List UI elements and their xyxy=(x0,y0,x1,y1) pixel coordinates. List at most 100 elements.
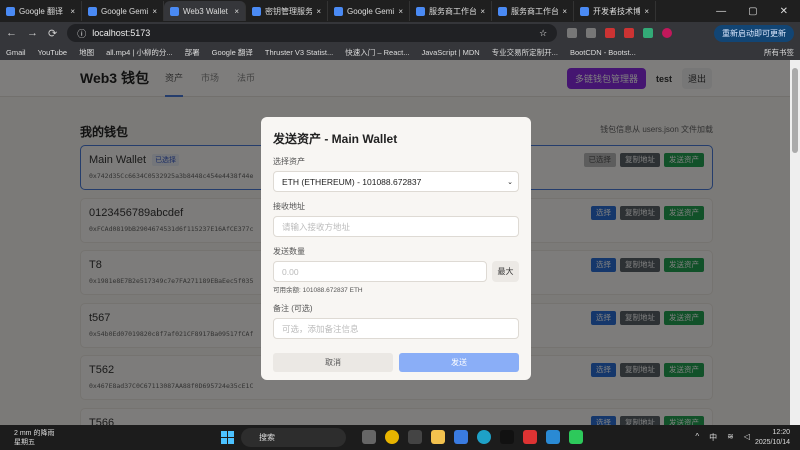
close-tab-icon[interactable]: × xyxy=(480,7,485,16)
bookmark-item[interactable]: 快速入门 – React... xyxy=(345,47,409,58)
clock[interactable]: 12:20 2025/10/14 xyxy=(755,428,790,448)
bookmark-item[interactable]: Thruster V3 Statist... xyxy=(265,48,333,57)
url-input[interactable]: ⓘ localhost:5173 ☆ xyxy=(67,24,558,42)
close-tab-icon[interactable]: × xyxy=(316,7,321,16)
edge-icon[interactable] xyxy=(477,430,491,444)
bookmark-item[interactable]: Gmail xyxy=(6,48,26,57)
window-controls: — ▢ ✕ xyxy=(716,6,800,17)
dialog-title: 发送资产 - Main Wallet xyxy=(273,132,398,146)
volume-icon[interactable]: ◁ xyxy=(744,432,750,443)
extensions xyxy=(567,28,673,38)
ime-indicator[interactable]: 中 xyxy=(709,432,717,443)
weather-text: 2 mm 的降雨 xyxy=(14,430,55,437)
favicon-icon xyxy=(6,6,15,16)
weekday-text: 星期五 xyxy=(14,439,35,446)
close-tab-icon[interactable]: × xyxy=(562,7,567,16)
bookmark-star-icon[interactable]: ☆ xyxy=(539,28,547,39)
memo-label: 备注 (可选) xyxy=(273,304,313,313)
maximize-button[interactable]: ▢ xyxy=(748,6,757,17)
amount-label: 发送数量 xyxy=(273,247,305,256)
bookmark-item[interactable]: BootCDN - Bootst... xyxy=(570,48,636,57)
browser-tab[interactable]: Google 翻译 × xyxy=(0,1,82,21)
browser-tab[interactable]: 开发者技术博客× xyxy=(574,1,656,21)
bookmark-item[interactable]: all.mp4 | 小柳的分... xyxy=(106,47,173,58)
bookmark-item[interactable]: 专业交易所定制开... xyxy=(492,47,558,58)
bookmark-item[interactable]: 地图 xyxy=(79,47,94,58)
url-text: localhost:5173 xyxy=(92,28,151,38)
app-icon[interactable] xyxy=(408,430,422,444)
tab-title: Google Gemini xyxy=(101,6,148,16)
memo-input[interactable]: 可选，添加备注信息 xyxy=(273,318,519,339)
bookmarks-bar: Gmail YouTube 地图 all.mp4 | 小柳的分... 部署 Google … xyxy=(0,44,800,60)
app-icon[interactable] xyxy=(362,430,376,444)
extension-icon[interactable] xyxy=(624,28,635,38)
extension-icon[interactable] xyxy=(586,28,597,38)
asset-select-value: ETH (ETHEREUM) - 101088.672837 xyxy=(282,176,422,187)
browser-tab[interactable]: Google Gemini × xyxy=(82,1,164,21)
minimize-button[interactable]: — xyxy=(716,6,726,17)
bookmark-item[interactable]: YouTube xyxy=(38,48,67,57)
chevron-up-icon[interactable]: ^ xyxy=(695,432,699,443)
wifi-icon[interactable]: ≋ xyxy=(727,432,734,443)
asset-select[interactable]: ETH (ETHEREUM) - 101088.672837 ⌄ xyxy=(273,171,519,192)
close-tab-icon[interactable]: × xyxy=(644,7,649,16)
close-tab-icon[interactable]: × xyxy=(152,7,157,16)
site-info-icon[interactable]: ⓘ xyxy=(77,27,86,40)
close-window-button[interactable]: ✕ xyxy=(780,6,788,17)
bookmark-item[interactable]: 部署 xyxy=(185,47,200,58)
close-tab-icon[interactable]: × xyxy=(234,7,239,16)
tab-title: Google Gemini xyxy=(347,6,394,16)
reload-icon[interactable]: ⟳ xyxy=(48,27,57,40)
asset-label: 选择资产 xyxy=(273,157,305,166)
browser-tab[interactable]: Google Gemini × xyxy=(328,1,410,21)
vscode-icon[interactable] xyxy=(546,430,560,444)
browser-tab[interactable]: 服务商工作台 × xyxy=(410,1,492,21)
app-icon[interactable] xyxy=(500,430,514,444)
close-tab-icon[interactable]: × xyxy=(70,7,75,16)
wps-icon[interactable] xyxy=(523,430,537,444)
store-icon[interactable] xyxy=(454,430,468,444)
tab-title: Google 翻译 xyxy=(19,6,64,16)
extension-icon[interactable] xyxy=(567,28,578,38)
recipient-label: 接收地址 xyxy=(273,202,305,211)
favicon-icon xyxy=(416,6,425,16)
tab-title: 开发者技术博客 xyxy=(593,6,641,16)
windows-start-icon[interactable] xyxy=(221,431,234,444)
tab-title: 服务商工作台 xyxy=(511,6,559,16)
bookmark-item[interactable]: JavaScript | MDN xyxy=(421,48,479,57)
browser-tab[interactable]: Web3 Wallet × xyxy=(164,1,246,21)
send-asset-dialog: 发送资产 - Main Wallet 选择资产 ETH (ETHEREUM) -… xyxy=(261,117,531,380)
profile-avatar[interactable] xyxy=(662,28,673,38)
chrome-icon[interactable] xyxy=(385,430,399,444)
favicon-icon xyxy=(170,6,179,16)
bookmark-item[interactable]: 所有书签 xyxy=(764,47,794,58)
scrollbar[interactable] xyxy=(790,60,800,425)
send-button[interactable]: 发送 xyxy=(399,353,519,372)
favicon-icon xyxy=(88,6,97,16)
taskbar-search[interactable]: 搜索 xyxy=(241,428,346,447)
system-tray: ^ 中 ≋ ◁ xyxy=(695,432,750,443)
extension-icon[interactable] xyxy=(643,28,654,38)
address-bar: ← → ⟳ ⓘ localhost:5173 ☆ 重新启动即可更新 xyxy=(0,22,800,44)
wechat-icon[interactable] xyxy=(569,430,583,444)
update-button[interactable]: 重新启动即可更新 xyxy=(714,24,794,42)
time: 12:20 xyxy=(772,429,790,436)
extension-icon[interactable] xyxy=(605,28,616,38)
scrollbar-thumb[interactable] xyxy=(792,68,798,153)
folder-icon[interactable] xyxy=(431,430,445,444)
browser-tab[interactable]: 服务商工作台 × xyxy=(492,1,574,21)
cancel-button[interactable]: 取消 xyxy=(273,353,393,372)
tab-title: 服务商工作台 xyxy=(429,6,477,16)
search-text: 搜索 xyxy=(259,433,275,442)
weather-widget[interactable]: 2 mm 的降雨 星期五 xyxy=(14,429,54,447)
forward-icon[interactable]: → xyxy=(27,27,38,39)
date: 2025/10/14 xyxy=(754,439,790,446)
chevron-down-icon: ⌄ xyxy=(507,178,513,186)
browser-tab[interactable]: 密钥管理服务 - 2× xyxy=(246,1,328,21)
bookmark-item[interactable]: Google 翻译 xyxy=(212,47,253,58)
close-tab-icon[interactable]: × xyxy=(398,7,403,16)
max-button[interactable]: 最大 xyxy=(492,261,519,282)
back-icon[interactable]: ← xyxy=(6,27,17,39)
amount-input[interactable]: 0.00 xyxy=(273,261,487,282)
recipient-input[interactable]: 请输入接收方地址 xyxy=(273,216,519,237)
